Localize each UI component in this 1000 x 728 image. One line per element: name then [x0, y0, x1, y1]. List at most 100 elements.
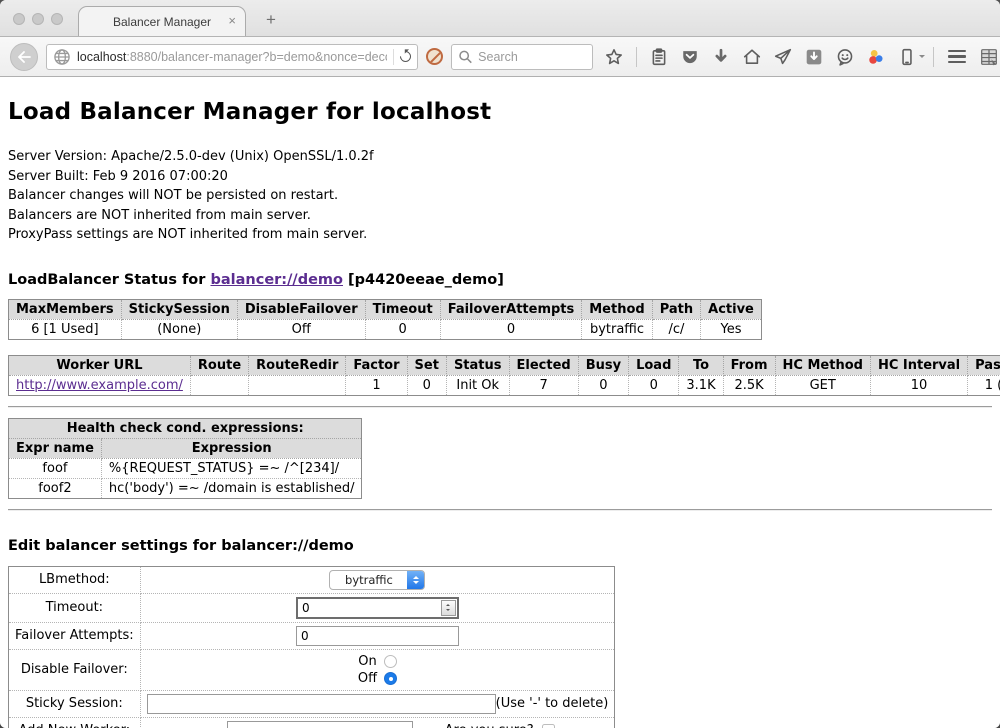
number-spinner-icon[interactable] [441, 600, 456, 616]
url-domain: localhost [77, 50, 126, 64]
cell-hc-interval: 10 [870, 375, 967, 395]
cell-expression: hc('body') =~ /domain is established/ [101, 478, 362, 498]
col-maxmembers: MaxMembers [9, 299, 122, 319]
col-load: Load [629, 355, 679, 375]
form-row-sticky-session: Sticky Session: (Use '-' to delete) [9, 690, 615, 717]
reading-list-icon[interactable] [650, 48, 668, 66]
col-set: Set [407, 355, 446, 375]
cell-from: 2.5K [723, 375, 775, 395]
cell-status: Init Ok [446, 375, 509, 395]
are-you-sure-checkbox[interactable] [542, 724, 555, 728]
browser-window: Balancer Manager × + localhost:8880/bala… [0, 0, 1000, 728]
col-expr-name: Expr name [9, 438, 102, 458]
reload-icon[interactable] [398, 49, 414, 65]
cell-set: 0 [407, 375, 446, 395]
worker-table: Worker URL Route RouteRedir Factor Set S… [8, 355, 1000, 396]
search-icon [458, 48, 473, 66]
are-you-sure-label: Are you sure? [445, 723, 534, 728]
disable-failover-label: Disable Failover: [9, 649, 141, 690]
back-button[interactable] [10, 43, 38, 71]
sticky-session-input[interactable] [147, 694, 496, 714]
cell-disablefailover: Off [237, 319, 365, 339]
tab-groups-icon[interactable] [980, 48, 998, 66]
health-check-table: Health check cond. expressions: Expr nam… [8, 418, 362, 499]
pocket-icon[interactable] [681, 48, 699, 66]
new-tab-button[interactable]: + [260, 10, 282, 30]
url-text: localhost:8880/balancer-manager?b=demo&n… [77, 50, 387, 64]
col-factor: Factor [346, 355, 407, 375]
worker-url-link[interactable]: http://www.example.com/ [16, 378, 183, 393]
cell-busy: 0 [578, 375, 628, 395]
radio-on-button[interactable] [384, 655, 397, 668]
timeout-input[interactable]: 0 [296, 597, 459, 619]
device-sync-icon[interactable] [898, 48, 916, 66]
zoom-window-button[interactable] [51, 13, 63, 25]
edit-balancer-form: LBmethod: bytraffic Timeout: 0 [8, 566, 615, 728]
close-window-button[interactable] [13, 13, 25, 25]
cell-method: bytraffic [582, 319, 652, 339]
cell-timeout: 0 [365, 319, 440, 339]
form-row-add-worker: Add New Worker: Are you sure? [9, 717, 615, 728]
lbmethod-select[interactable]: bytraffic [329, 570, 425, 590]
send-icon[interactable] [774, 48, 792, 66]
table-header-row: Expr name Expression [9, 438, 362, 458]
url-separator [393, 49, 394, 65]
server-version: Server Version: Apache/2.5.0-dev (Unix) … [8, 147, 992, 167]
tab-close-icon[interactable]: × [228, 14, 236, 28]
plugin-blocked-icon[interactable] [426, 48, 443, 65]
balancer-status-table: MaxMembers StickySession DisableFailover… [8, 299, 762, 340]
page-title: Load Balancer Manager for localhost [8, 99, 992, 125]
home-icon[interactable] [743, 48, 761, 66]
radio-off-label: Off [358, 670, 377, 687]
tab-title: Balancer Manager [113, 15, 211, 29]
cell-route [190, 375, 248, 395]
col-method: Method [582, 299, 652, 319]
color-dots-extension-icon[interactable] [867, 48, 885, 66]
radio-off-button[interactable] [384, 672, 397, 685]
col-to: To [679, 355, 723, 375]
menu-icon[interactable] [948, 50, 966, 63]
persist-note: Balancer changes will NOT be persisted o… [8, 186, 992, 206]
tab-balancer-manager[interactable]: Balancer Manager × [78, 6, 246, 36]
failover-attempts-input[interactable] [296, 626, 459, 646]
smiley-chat-icon[interactable] [836, 48, 854, 66]
url-rest: :8880/balancer-manager?b=demo&nonce=decc… [126, 50, 387, 64]
minimize-window-button[interactable] [32, 13, 44, 25]
edit-settings-heading: Edit balancer settings for balancer://de… [8, 538, 992, 554]
toolbar-right-group [933, 47, 1000, 67]
downloads-icon[interactable] [712, 48, 730, 66]
cell-hc-method: GET [775, 375, 870, 395]
bookmark-star-icon[interactable] [605, 48, 623, 66]
radio-option-on: On [147, 653, 609, 670]
col-from: From [723, 355, 775, 375]
divider [8, 509, 992, 511]
add-worker-input[interactable] [227, 721, 413, 728]
search-input[interactable] [478, 50, 586, 64]
col-worker-url: Worker URL [9, 355, 191, 375]
cell-active: Yes [701, 319, 762, 339]
balancer-demo-link[interactable]: balancer://demo [210, 272, 343, 288]
download-box-icon[interactable] [805, 48, 823, 66]
divider [8, 406, 992, 408]
sticky-session-note: (Use '-' to delete) [496, 696, 609, 711]
proxypass-note: ProxyPass settings are NOT inherited fro… [8, 225, 992, 245]
loadbalancer-status-heading: LoadBalancer Status for balancer://demo … [8, 272, 992, 288]
col-hc-interval: HC Interval [870, 355, 967, 375]
server-built: Server Built: Feb 9 2016 07:00:20 [8, 167, 992, 187]
cell-factor: 1 [346, 375, 407, 395]
worker-row: http://www.example.com/ 1 0 Init Ok 7 0 … [9, 375, 1000, 395]
timeout-value: 0 [298, 599, 440, 617]
cell-failoverattempts: 0 [440, 319, 582, 339]
col-stickysession: StickySession [121, 299, 237, 319]
col-disablefailover: DisableFailover [237, 299, 365, 319]
url-bar[interactable]: localhost:8880/balancer-manager?b=demo&n… [46, 44, 418, 70]
search-bar[interactable] [451, 44, 593, 70]
cell-expression: %{REQUEST_STATUS} =~ /^[234]/ [101, 458, 362, 478]
window-controls [13, 13, 63, 25]
cell-expr-name: foof [9, 458, 102, 478]
add-worker-label: Add New Worker: [9, 717, 141, 728]
device-menu-caret-icon[interactable] [919, 55, 925, 61]
toolbar-icons [605, 47, 925, 67]
cell-load: 0 [629, 375, 679, 395]
cell-stickysession: (None) [121, 319, 237, 339]
